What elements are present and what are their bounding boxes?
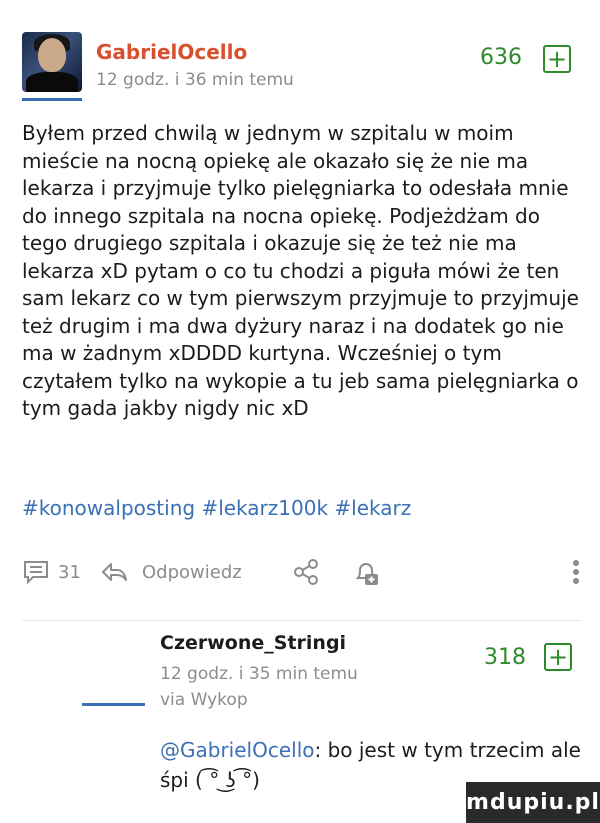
post-tags: #konowalposting #lekarz100k #lekarz bbox=[22, 496, 411, 520]
reply-button[interactable]: Odpowiedz bbox=[100, 558, 242, 586]
reply-via: via Wykop bbox=[160, 690, 248, 710]
avatar[interactable] bbox=[22, 32, 82, 92]
reply-label: Odpowiedz bbox=[142, 561, 242, 583]
comments-count: 31 bbox=[58, 561, 81, 583]
more-vertical-icon bbox=[573, 560, 579, 584]
post-timestamp: 12 godz. i 36 min temu bbox=[96, 70, 294, 90]
post-actions: 31 Odpowiedz bbox=[22, 558, 582, 590]
tag-link[interactable]: #lekarz100k bbox=[201, 496, 328, 520]
comments-button[interactable]: 31 bbox=[22, 558, 81, 586]
post-username[interactable]: GabrielOcello bbox=[96, 40, 247, 64]
reply-arrow-icon bbox=[102, 563, 127, 581]
share-icon bbox=[294, 559, 318, 585]
tag-link[interactable]: #lekarz bbox=[334, 496, 411, 520]
reply-timestamp: 12 godz. i 35 min temu bbox=[160, 664, 358, 684]
watermark: mdupiu.pl bbox=[466, 782, 600, 823]
reply-score: 318 bbox=[484, 645, 526, 670]
plus-icon: + bbox=[547, 643, 569, 671]
divider bbox=[22, 620, 582, 621]
plus-icon: + bbox=[546, 45, 568, 73]
reply-username[interactable]: Czerwone_Stringi bbox=[160, 632, 346, 654]
post-body: Byłem przed chwilą w jednym w szpitalu w… bbox=[22, 121, 579, 420]
share-button[interactable] bbox=[292, 558, 320, 586]
reply-gender-bar bbox=[82, 703, 145, 706]
reply-upvote-button[interactable]: + bbox=[544, 643, 572, 671]
avatar-gender-bar bbox=[22, 98, 82, 101]
post-score: 636 bbox=[480, 45, 522, 70]
comment-icon bbox=[24, 561, 48, 585]
upvote-button[interactable]: + bbox=[543, 45, 571, 73]
mention-link[interactable]: @GabrielOcello bbox=[160, 738, 314, 762]
bell-plus-icon bbox=[355, 563, 378, 585]
tag-link[interactable]: #konowalposting bbox=[22, 496, 195, 520]
more-button[interactable] bbox=[570, 558, 582, 586]
observe-button[interactable] bbox=[352, 558, 382, 588]
